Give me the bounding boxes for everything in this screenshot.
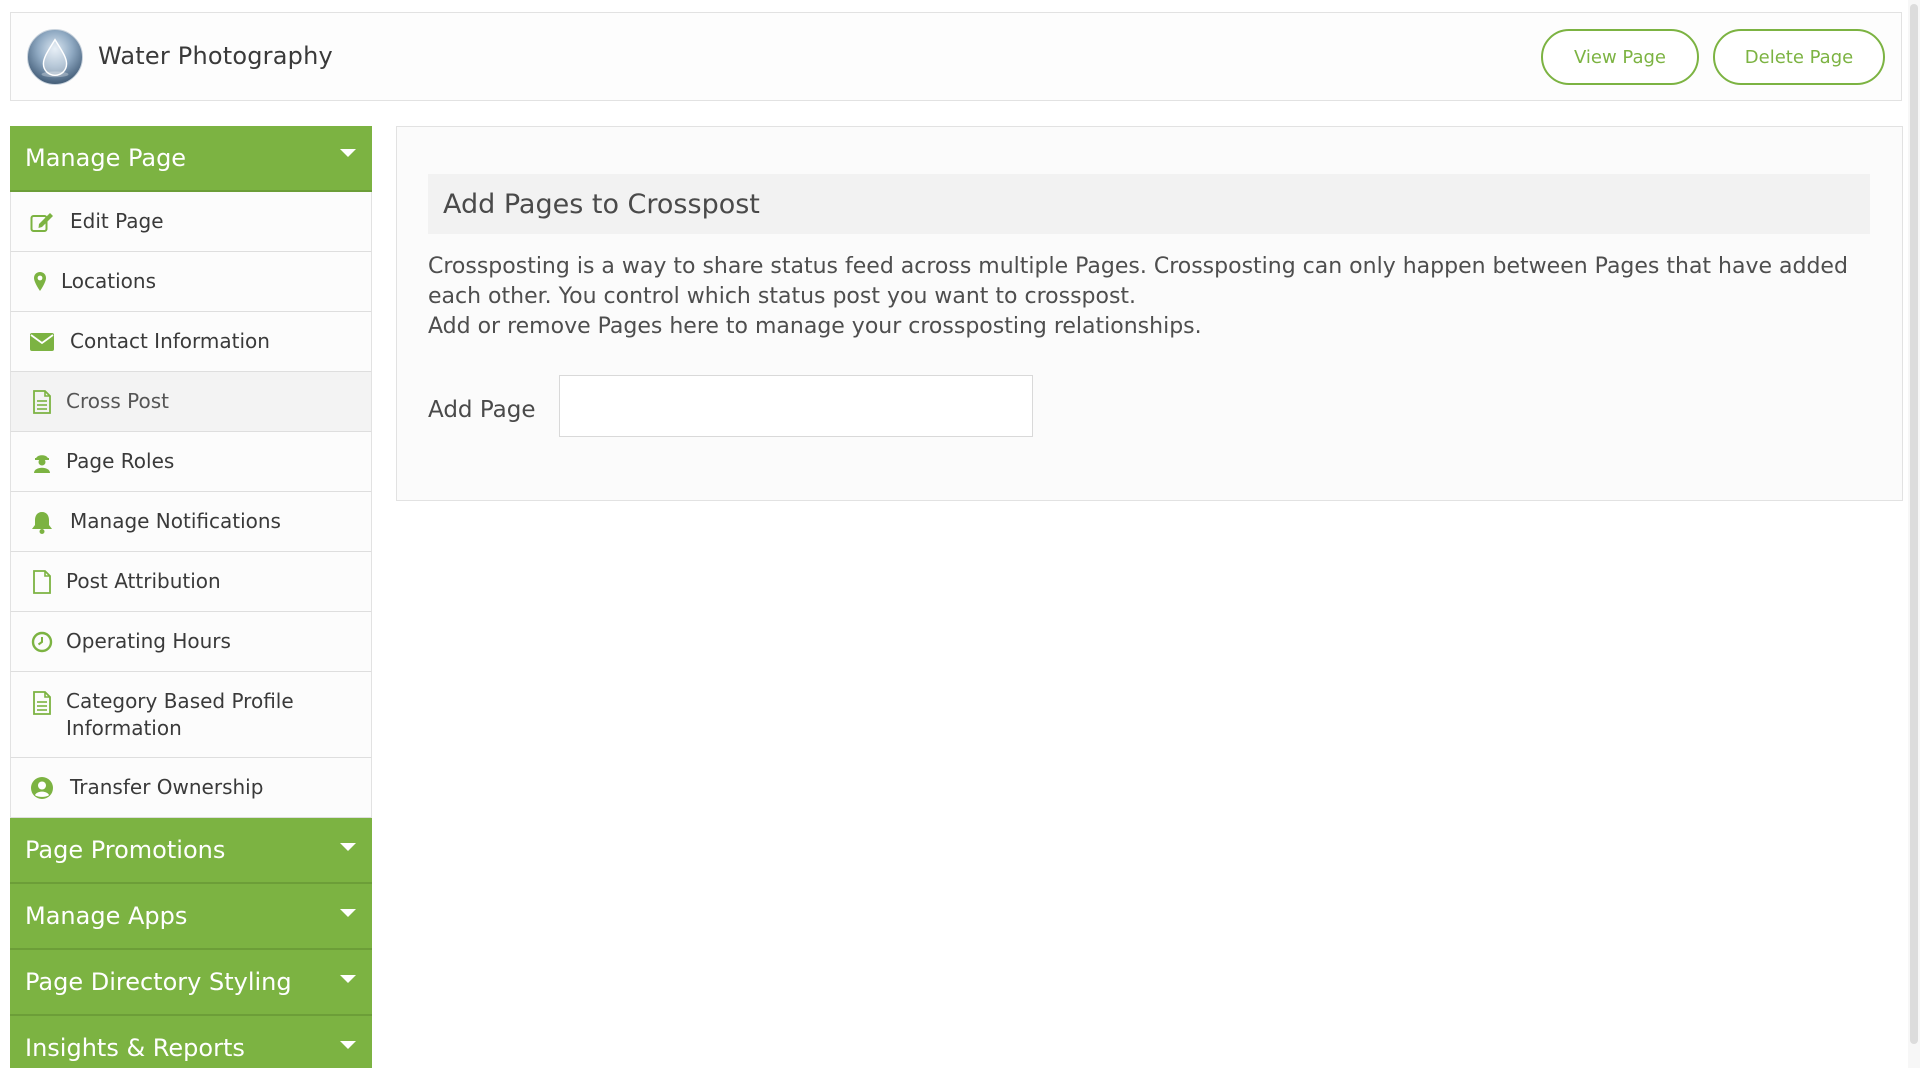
section-label: Page Promotions [25, 836, 226, 864]
scrollbar-thumb[interactable] [1910, 4, 1918, 1044]
sidebar-item-edit-page[interactable]: Edit Page [10, 192, 372, 252]
page-header: Water Photography View Page Delete Page [10, 12, 1902, 101]
add-page-label: Add Page [428, 397, 536, 423]
description-line: each other. You control which status pos… [428, 284, 1137, 309]
section-page-directory-styling[interactable]: Page Directory Styling [10, 950, 372, 1016]
page-name: Water Photography [98, 42, 333, 70]
sidebar-item-label: Locations [61, 269, 157, 293]
caret-down-icon [340, 975, 356, 983]
section-label: Page Directory Styling [25, 968, 292, 996]
section-page-promotions[interactable]: Page Promotions [10, 818, 372, 884]
sidebar-item-operating-hours[interactable]: Operating Hours [10, 612, 372, 672]
sidebar-item-label: Edit Page [70, 209, 164, 233]
settings-sidebar: Manage Page Edit Page Locations Contact … [10, 126, 372, 1068]
edit-icon [29, 209, 55, 235]
caret-down-icon [340, 909, 356, 917]
bell-icon [29, 509, 55, 535]
sidebar-item-category-profile[interactable]: Category Based Profile Information [10, 672, 372, 758]
caret-down-icon [340, 843, 356, 851]
sidebar-item-label: Page Roles [66, 449, 175, 473]
sidebar-item-post-attribution[interactable]: Post Attribution [10, 552, 372, 612]
panel-description: Crossposting is a way to share status fe… [428, 252, 1888, 342]
section-label: Manage Apps [25, 902, 188, 930]
sidebar-item-label: Operating Hours [66, 629, 231, 653]
user-role-icon [29, 449, 55, 475]
panel-title: Add Pages to Crosspost [443, 189, 760, 220]
sidebar-item-manage-notifications[interactable]: Manage Notifications [10, 492, 372, 552]
map-pin-icon [27, 269, 53, 295]
sidebar-item-cross-post[interactable]: Cross Post [10, 372, 372, 432]
section-manage-page[interactable]: Manage Page [10, 126, 372, 192]
sidebar-item-locations[interactable]: Locations [10, 252, 372, 312]
envelope-icon [29, 329, 55, 355]
description-line: Crossposting is a way to share status fe… [428, 254, 1848, 279]
file-icon [29, 569, 55, 595]
user-circle-icon [29, 775, 55, 801]
sidebar-item-label: Transfer Ownership [70, 775, 264, 799]
section-label: Insights & Reports [25, 1034, 245, 1062]
caret-down-icon [340, 149, 356, 157]
sidebar-item-label: Manage Notifications [70, 509, 281, 533]
sidebar-item-label: Category Based Profile Information [66, 689, 294, 740]
description-line: Add or remove Pages here to manage your … [428, 314, 1202, 339]
sidebar-item-contact-information[interactable]: Contact Information [10, 312, 372, 372]
water-drop-icon [41, 38, 69, 78]
section-label: Manage Page [25, 144, 187, 172]
section-manage-apps[interactable]: Manage Apps [10, 884, 372, 950]
panel-title-bar: Add Pages to Crosspost [428, 174, 1870, 234]
document-icon [29, 389, 55, 415]
sidebar-item-label: Cross Post [66, 389, 170, 413]
document-icon [29, 690, 55, 716]
clock-icon [29, 629, 55, 655]
caret-down-icon [340, 1041, 356, 1049]
page-avatar[interactable] [27, 29, 83, 85]
add-page-input[interactable] [559, 375, 1033, 437]
sidebar-item-transfer-ownership[interactable]: Transfer Ownership [10, 758, 372, 818]
section-insights-reports[interactable]: Insights & Reports [10, 1016, 372, 1068]
sidebar-item-page-roles[interactable]: Page Roles [10, 432, 372, 492]
delete-page-button[interactable]: Delete Page [1713, 29, 1885, 85]
sidebar-item-label: Post Attribution [66, 569, 221, 593]
sidebar-item-label: Contact Information [70, 329, 270, 353]
page-scrollbar[interactable] [1908, 0, 1920, 1068]
view-page-button[interactable]: View Page [1541, 29, 1699, 85]
crosspost-panel: Add Pages to Crosspost Crossposting is a… [396, 126, 1903, 501]
